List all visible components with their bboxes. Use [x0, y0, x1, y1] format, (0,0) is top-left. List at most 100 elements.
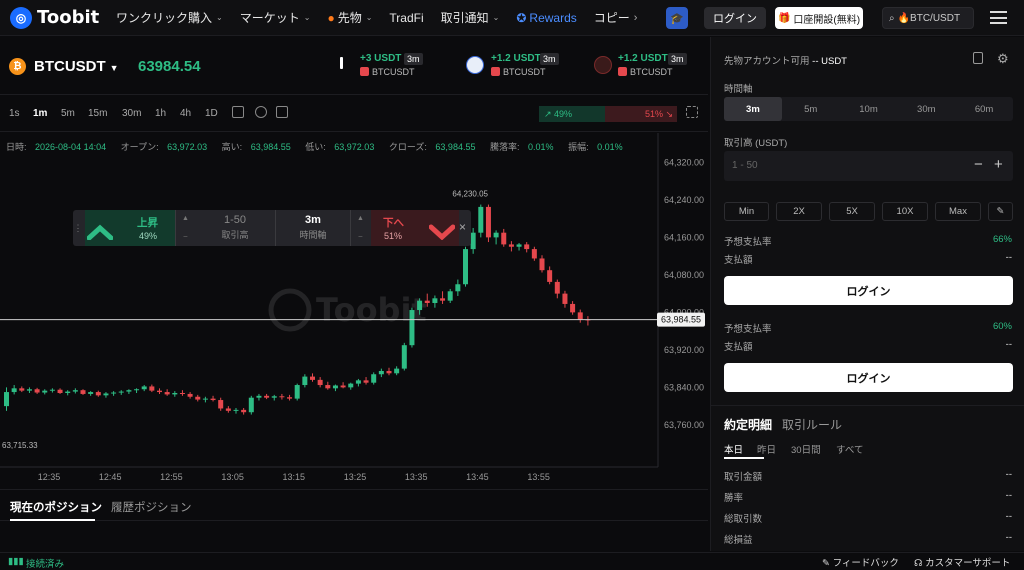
- nav-market[interactable]: マーケット ⌄: [240, 9, 311, 26]
- candle-body: [371, 374, 377, 383]
- open-info: オープン: 63,972.03: [120, 142, 208, 152]
- position-tabs: 現在のポジション 履歴ポジション: [0, 489, 708, 521]
- menu-icon[interactable]: [990, 11, 1007, 24]
- panel-tf-60m[interactable]: 60m: [955, 97, 1013, 121]
- account-label: 先物アカウント可用 -- USDT: [724, 56, 847, 67]
- period-30d[interactable]: 30日間: [791, 442, 821, 456]
- tab-trade-rules[interactable]: 取引ルール: [782, 416, 842, 433]
- nav-futures[interactable]: ● 先物 ⌄: [327, 9, 372, 26]
- candle-body: [554, 281, 560, 294]
- nav-rewards[interactable]: ✪ Rewards: [516, 11, 576, 25]
- candle-body: [310, 376, 315, 380]
- open-account-button[interactable]: 🎁 口座開設(無料): [775, 7, 863, 29]
- active-tab-indicator: [10, 519, 95, 521]
- login-down-button[interactable]: ログイン: [724, 363, 1013, 392]
- panel-tf-5m[interactable]: 5m: [782, 97, 840, 121]
- tf-1h[interactable]: 1h: [155, 108, 166, 119]
- stat-value: --: [1005, 532, 1012, 543]
- feedback-link[interactable]: ✎ フィードバック: [822, 555, 899, 569]
- down-rate-label: 予想支払率: [724, 324, 772, 335]
- candle-body: [340, 385, 346, 388]
- symbol-selector[interactable]: BTCUSDT ▼: [34, 58, 119, 75]
- candle-body: [4, 392, 9, 407]
- candle-body: [386, 370, 392, 374]
- close-icon[interactable]: ×: [459, 220, 466, 234]
- candle-body: [485, 206, 491, 238]
- nav-one-click[interactable]: ワンクリック購入 ⌄: [116, 9, 223, 26]
- panel-tf-3m[interactable]: 3m: [724, 97, 782, 121]
- caret-down-icon: ▼: [109, 63, 119, 73]
- y-tick-label: 64,320.00: [664, 157, 704, 167]
- bet-amount[interactable]: 1-50 取引高: [195, 210, 275, 246]
- stat-label: 取引金額: [724, 472, 763, 483]
- avatar: [466, 56, 484, 74]
- candle-body: [134, 389, 140, 391]
- period-all[interactable]: すべて: [836, 442, 863, 456]
- down-percentage: 51% ↘: [605, 106, 677, 122]
- panel-tf-10m[interactable]: 10m: [840, 97, 898, 121]
- candle-body: [95, 392, 101, 396]
- tab-trade-detail[interactable]: 約定明細: [724, 416, 772, 433]
- candle-body: [141, 386, 147, 390]
- candle-body: [524, 244, 530, 250]
- drag-handle-icon[interactable]: ⋮: [73, 210, 83, 246]
- panel-tf-30m[interactable]: 30m: [897, 97, 955, 121]
- y-tick-label: 64,160.00: [664, 232, 704, 242]
- chevron-down-icon: ⌄: [365, 13, 373, 22]
- connection-status: 接続済み: [26, 559, 65, 570]
- nav-tradfi[interactable]: TradFi: [389, 11, 423, 25]
- candle-body: [26, 389, 32, 391]
- period-today[interactable]: 本日: [724, 442, 743, 456]
- nav-copy[interactable]: コピー ›: [594, 9, 638, 26]
- candle-body: [562, 293, 568, 304]
- period-yesterday[interactable]: 昨日: [757, 442, 776, 456]
- time-stepper[interactable]: ▲ –: [350, 210, 370, 246]
- plus-icon[interactable]: +: [994, 156, 1003, 173]
- refresh-icon[interactable]: [255, 106, 267, 118]
- support-link[interactable]: ☊ カスタマーサポート: [914, 555, 1010, 569]
- level-min[interactable]: Min: [724, 202, 769, 221]
- tf-1d[interactable]: 1D: [205, 108, 218, 119]
- btc-icon: ₿: [9, 58, 26, 75]
- logo[interactable]: ◎ Toobit: [10, 6, 110, 29]
- candle-body: [80, 390, 86, 394]
- last-price: 63984.54: [138, 58, 201, 75]
- bet-up-button[interactable]: 上昇 49%: [85, 210, 175, 246]
- chevron-down-icon: ⌄: [303, 13, 311, 22]
- search-icon: ⌕: [889, 12, 895, 24]
- fullscreen-icon[interactable]: [686, 106, 698, 118]
- price-chart[interactable]: Toobit 64,320.00 64,240.00 64,160.00 64,080…: [0, 133, 708, 487]
- indicator-icon[interactable]: [232, 106, 244, 118]
- edit-icon[interactable]: [276, 106, 288, 118]
- login-button[interactable]: ログイン: [704, 7, 766, 29]
- tab-history-positions[interactable]: 履歴ポジション: [111, 499, 192, 515]
- edit-level-icon[interactable]: ✎: [988, 202, 1013, 221]
- signal-icon: ▮▮▮: [8, 556, 24, 567]
- candle-body: [187, 393, 193, 397]
- minus-icon[interactable]: −: [974, 156, 983, 173]
- amount-stepper[interactable]: ▲ –: [175, 210, 195, 246]
- level-5x[interactable]: 5X: [829, 202, 875, 221]
- tf-1m[interactable]: 1m: [33, 108, 47, 119]
- amount-input[interactable]: 1 - 50 − +: [724, 151, 1013, 181]
- search-input[interactable]: ⌕ 🔥BTC/USDT: [882, 7, 974, 29]
- tf-5m[interactable]: 5m: [61, 108, 75, 119]
- down-icon: [491, 67, 500, 76]
- stat-value: --: [1005, 490, 1012, 501]
- settings-icon[interactable]: ⚙: [997, 51, 1009, 67]
- academy-icon[interactable]: 🎓: [666, 7, 688, 29]
- candle-body: [363, 380, 369, 383]
- tf-1s[interactable]: 1s: [9, 108, 20, 119]
- level-10x[interactable]: 10X: [882, 202, 928, 221]
- tab-current-positions[interactable]: 現在のポジション: [10, 499, 102, 515]
- bet-time[interactable]: 3m 時間軸: [275, 210, 350, 246]
- level-max[interactable]: Max: [935, 202, 981, 221]
- login-up-button[interactable]: ログイン: [724, 276, 1013, 305]
- document-icon[interactable]: [973, 52, 983, 64]
- tf-30m[interactable]: 30m: [122, 108, 141, 119]
- nav-alerts[interactable]: 取引通知 ⌄: [441, 9, 500, 26]
- tf-15m[interactable]: 15m: [88, 108, 107, 119]
- level-2x[interactable]: 2X: [776, 202, 822, 221]
- tf-4h[interactable]: 4h: [180, 108, 191, 119]
- bet-down-button[interactable]: 下へ 51%: [371, 210, 459, 246]
